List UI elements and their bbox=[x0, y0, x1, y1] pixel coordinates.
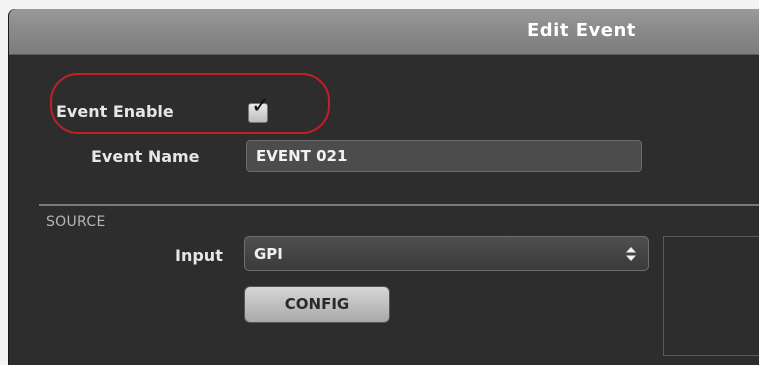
window-titlebar[interactable]: Edit Event bbox=[9, 9, 759, 55]
event-enable-label: Event Enable bbox=[56, 102, 174, 121]
section-divider bbox=[39, 204, 759, 206]
event-name-field[interactable] bbox=[246, 140, 642, 172]
input-label: Input bbox=[175, 246, 223, 265]
event-name-label: Event Name bbox=[91, 147, 200, 166]
source-preview-panel bbox=[663, 236, 759, 356]
config-button[interactable]: CONFIG bbox=[244, 286, 390, 323]
source-section-label: SOURCE bbox=[46, 214, 106, 230]
edit-event-window: Edit Event Event Enable ✓ Event Name SOU… bbox=[9, 9, 759, 365]
event-enable-checkbox[interactable]: ✓ bbox=[248, 95, 270, 123]
up-down-arrows-icon bbox=[626, 247, 636, 261]
input-select[interactable]: GPI bbox=[244, 236, 649, 271]
input-select-value: GPI bbox=[254, 245, 283, 263]
checkmark-icon: ✓ bbox=[251, 93, 271, 119]
screenshot-stage: Edit Event Event Enable ✓ Event Name SOU… bbox=[0, 0, 759, 365]
window-title: Edit Event bbox=[527, 20, 636, 41]
